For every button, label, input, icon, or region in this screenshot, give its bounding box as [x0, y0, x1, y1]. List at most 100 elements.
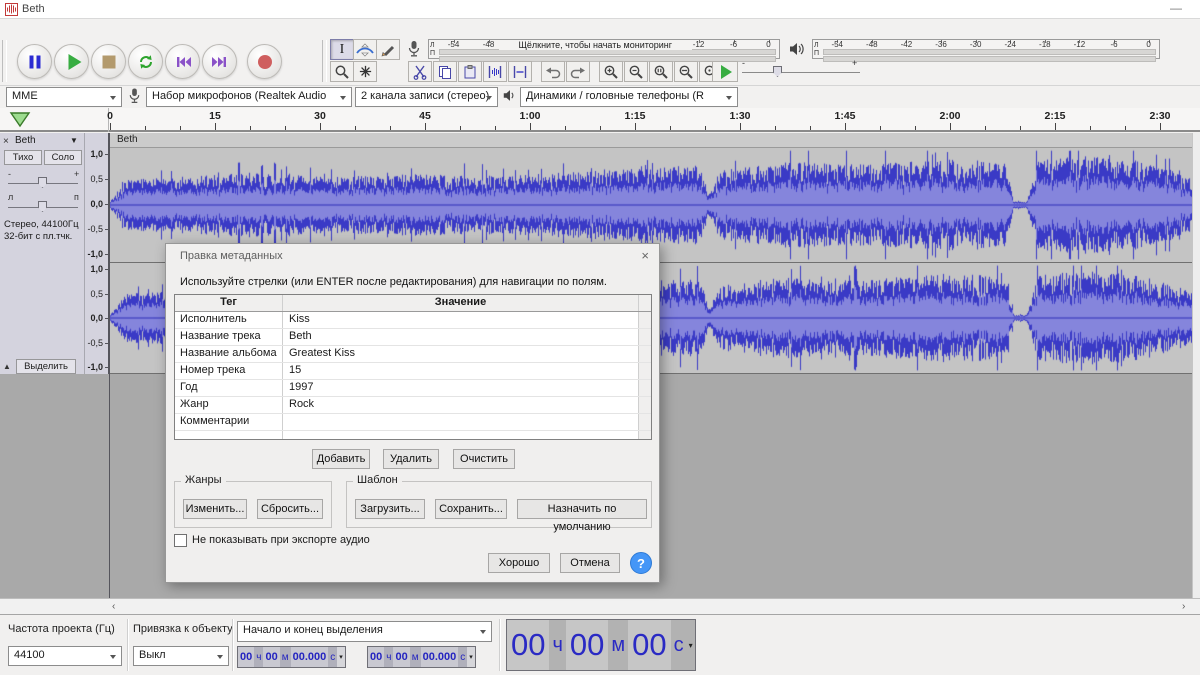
timefield2-dropdown-icon[interactable]: ▾ — [467, 647, 475, 667]
pan-slider-thumb[interactable] — [38, 201, 47, 212]
metadata-tag-cell-6[interactable]: Комментарии — [175, 414, 283, 430]
vertical-scrollbar[interactable] — [1192, 133, 1200, 598]
record-meter-message[interactable]: Щёлкните, чтобы начать мониторинг — [499, 40, 692, 50]
metadata-value-cell-6[interactable] — [283, 414, 638, 430]
vertical-scale-ruler[interactable]: 1,00,50,0-0,5-1,01,00,50,0-0,5-1,0 — [85, 133, 109, 374]
ok-button[interactable]: Хорошо — [488, 553, 550, 573]
dialog-close-icon[interactable]: × — [641, 248, 649, 263]
set-default-template-button[interactable]: Назначить по умолчанию — [517, 499, 647, 519]
multi-tool-button[interactable] — [353, 61, 377, 82]
envelope-tool-button[interactable] — [353, 39, 377, 60]
track-close-button[interactable]: × — [3, 136, 9, 147]
speed-slider-track[interactable] — [742, 72, 860, 73]
record-button[interactable] — [247, 44, 282, 79]
pause-button[interactable] — [17, 44, 52, 79]
zoom-tool-button[interactable] — [330, 61, 354, 82]
output-device-select[interactable]: Динамики / головные телефоны (R — [520, 87, 738, 107]
add-tag-button[interactable]: Добавить — [312, 449, 370, 469]
cut-button[interactable] — [408, 61, 432, 82]
metadata-value-cell-3[interactable]: 15 — [283, 363, 638, 379]
metadata-tag-cell-3[interactable]: Номер трека — [175, 363, 283, 379]
metadata-tag-cell-0[interactable]: Исполнитель — [175, 312, 283, 328]
dont-show-checkbox-label: Не показывать при экспорте аудио — [192, 534, 370, 546]
project-rate-select[interactable]: 44100 — [8, 646, 122, 666]
metadata-value-cell-4[interactable]: 1997 — [283, 380, 638, 396]
horizontal-scrollbar[interactable]: ‹ › — [0, 598, 1200, 614]
metadata-tag-cell-4[interactable]: Год — [175, 380, 283, 396]
metadata-tag-cell-1[interactable]: Название трека — [175, 329, 283, 345]
transport-grip[interactable] — [2, 40, 7, 82]
silence-button[interactable] — [508, 61, 532, 82]
metadata-tag-cell-7[interactable] — [175, 431, 283, 440]
input-channels-select[interactable]: 2 канала записи (стерео) — [355, 87, 498, 107]
zoom-selection-button[interactable] — [649, 61, 673, 82]
input-device-value: Набор микрофонов (Realtek Audio — [152, 90, 326, 102]
selection-mode-select[interactable]: Начало и конец выделения — [237, 621, 492, 642]
speed-slider-thumb[interactable] — [773, 66, 782, 77]
recording-meter[interactable]: Л П -54-48-42-36-30-24-18-12-60 Щёлкните… — [428, 39, 780, 59]
timeline-pin-icon[interactable] — [9, 111, 31, 128]
tag-column-header[interactable]: Тег — [175, 295, 283, 311]
play-button[interactable] — [54, 44, 89, 79]
cancel-button[interactable]: Отмена — [560, 553, 620, 573]
load-template-button[interactable]: Загрузить... — [355, 499, 425, 519]
zoom-in-button[interactable] — [599, 61, 623, 82]
remove-tag-button[interactable]: Удалить — [383, 449, 439, 469]
track-select-button[interactable]: Выделить — [16, 359, 76, 374]
metadata-value-cell-2[interactable]: Greatest Kiss — [283, 346, 638, 362]
mute-button[interactable]: Тихо — [4, 150, 42, 165]
record-meter-mic-button[interactable] — [406, 40, 422, 61]
skip-start-button[interactable] — [165, 44, 200, 79]
input-channels-value: 2 канала записи (стерео) — [361, 90, 489, 102]
reset-genres-button[interactable]: Сбросить... — [257, 499, 323, 519]
value-column-header[interactable]: Значение — [283, 295, 638, 311]
track-menu-dropdown-icon[interactable]: ▼ — [70, 136, 78, 145]
solo-button[interactable]: Соло — [44, 150, 82, 165]
metadata-tag-cell-5[interactable]: Жанр — [175, 397, 283, 413]
metadata-value-cell-1[interactable]: Beth — [283, 329, 638, 345]
loop-button[interactable] — [128, 44, 163, 79]
ruler-label-1:00: 1:00 — [519, 110, 540, 122]
redo-button[interactable] — [566, 61, 590, 82]
selection-tool-button[interactable]: I — [330, 39, 354, 60]
metadata-tag-cell-2[interactable]: Название альбома — [175, 346, 283, 362]
scroll-right-arrow[interactable]: › — [1182, 601, 1185, 612]
trim-button[interactable] — [483, 61, 507, 82]
undo-button[interactable] — [541, 61, 565, 82]
clear-tags-button[interactable]: Очистить — [453, 449, 515, 469]
selection-end-time[interactable]: 00ч00м00.000с▾ — [367, 646, 476, 668]
metadata-value-cell-5[interactable]: Rock — [283, 397, 638, 413]
dont-show-checkbox[interactable] — [174, 534, 187, 547]
gain-slider-thumb[interactable] — [38, 177, 47, 188]
multi-tool-icon — [358, 64, 373, 79]
selection-start-time[interactable]: 00ч00м00.000с▾ — [237, 646, 346, 668]
cut-icon — [412, 64, 428, 80]
tools-grip[interactable] — [322, 40, 327, 82]
track-collapse-button[interactable]: ▲ — [3, 362, 11, 371]
metadata-value-cell-7[interactable] — [283, 431, 638, 440]
audio-host-select[interactable]: MME — [6, 87, 122, 107]
zoom-out-button[interactable] — [624, 61, 648, 82]
bigtime-dropdown-icon[interactable]: ▾ — [687, 620, 695, 670]
metadata-value-cell-0[interactable]: Kiss — [283, 312, 638, 328]
clip-title-bar[interactable]: Beth — [110, 133, 1192, 148]
skip-end-button[interactable] — [202, 44, 237, 79]
snap-to-select[interactable]: Выкл — [133, 646, 229, 666]
minimize-button[interactable]: — — [1170, 1, 1182, 15]
paste-button[interactable] — [458, 61, 482, 82]
play-meter-speaker-button[interactable] — [788, 41, 806, 60]
zoom-fit-button[interactable] — [674, 61, 698, 82]
input-device-select[interactable]: Набор микрофонов (Realtek Audio — [146, 87, 352, 107]
scroll-left-arrow[interactable]: ‹ — [112, 601, 115, 612]
save-template-button[interactable]: Сохранить... — [435, 499, 507, 519]
play-at-speed-button[interactable] — [712, 61, 738, 82]
timeline-ruler[interactable]: 01530451:001:151:301:452:002:152:30 — [0, 108, 1200, 132]
playback-meter[interactable]: Л П -54-48-42-36-30-24-18-12-60 — [812, 39, 1160, 59]
timefield1-dropdown-icon[interactable]: ▾ — [337, 647, 345, 667]
edit-genres-button[interactable]: Изменить... — [183, 499, 247, 519]
copy-button[interactable] — [433, 61, 457, 82]
stop-button[interactable] — [91, 44, 126, 79]
help-button[interactable]: ? — [630, 552, 652, 574]
draw-tool-button[interactable] — [376, 39, 400, 60]
loop-icon — [137, 53, 155, 71]
